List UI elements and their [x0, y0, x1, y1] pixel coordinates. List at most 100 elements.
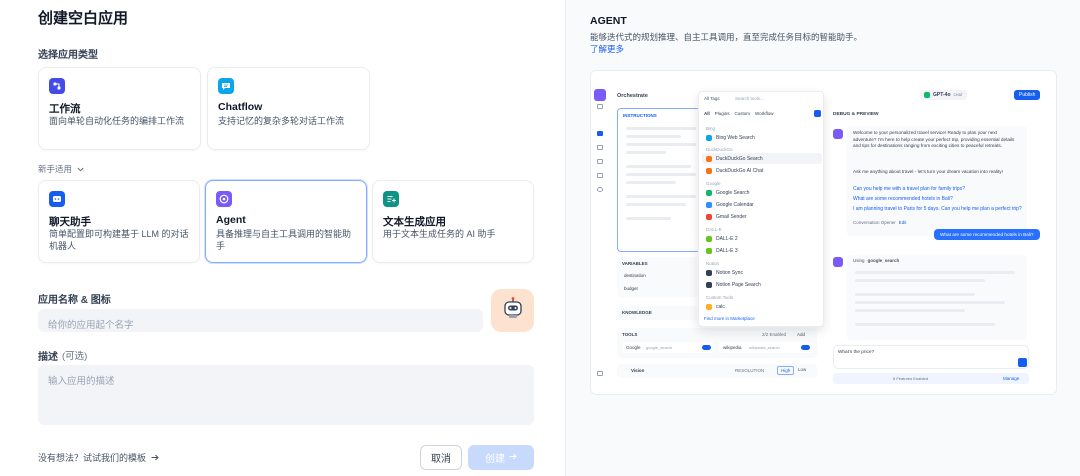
app-name-input[interactable]: 给你的应用起个名字: [38, 309, 483, 332]
tool-item[interactable]: DALL-E 3: [702, 245, 822, 256]
tool-item[interactable]: Google Calendar: [702, 199, 822, 210]
tools-enabled: 2/2 Enabled: [762, 332, 787, 337]
rail-icon: [597, 371, 603, 376]
resolution-label: RESOLUTION: [735, 368, 765, 373]
tool-item[interactable]: Notion Page Search: [702, 279, 822, 290]
var-budget: budget: [624, 286, 638, 291]
app-logo-icon: [594, 89, 606, 101]
tool-item[interactable]: Google Search: [702, 187, 822, 198]
app-name-label: 应用名称 & 图标: [38, 295, 111, 306]
rail-icon: [597, 145, 603, 150]
beginner-toggle[interactable]: 新手适用: [38, 163, 84, 175]
publish-button[interactable]: Publish: [1014, 90, 1041, 100]
all-tags-select[interactable]: All Tags: [704, 96, 720, 101]
card-agent[interactable]: Agent 具备推理与自主工具调用的智能助手: [205, 180, 367, 263]
tool-sub: wikipedia_search: [749, 345, 780, 350]
model-selector[interactable]: GPT-4o CHAT: [920, 90, 967, 100]
card-text-generator[interactable]: 文本生成应用 用于文本生成任务的 AI 助手: [372, 180, 534, 263]
chat-bot-icon: [49, 191, 65, 207]
tool-usage: Using google_search: [853, 258, 900, 263]
desc-label-row: 描述 (可选): [38, 348, 87, 363]
filter-tab[interactable]: Custom: [735, 111, 751, 116]
tool-item[interactable]: DALL-E 2: [702, 233, 822, 244]
app-avatar-picker[interactable]: [491, 289, 534, 332]
card-title: Chatflow: [218, 101, 263, 113]
text-gen-icon: [383, 191, 399, 207]
tool-item[interactable]: DuckDuckGo AI Chat: [702, 165, 822, 176]
tool-name: Google: [626, 345, 641, 350]
cancel-button[interactable]: 取消: [420, 445, 462, 470]
preview-panel: AGENT 能够迭代式的规划推理、自主工具调用，直至完成任务目标的智能助手。 了…: [566, 0, 1080, 476]
agent-preview-screenshot: Orchestrate INSTRUCTIONS VARIABLES desti…: [590, 70, 1057, 395]
tool-item[interactable]: DuckDuckGo Search: [702, 153, 822, 164]
add-tool-button[interactable]: Add: [797, 332, 805, 337]
filter-tab[interactable]: All: [704, 111, 710, 116]
tool-item[interactable]: Notion Sync: [702, 267, 822, 278]
suggestions: Can you help me with a travel plan for f…: [853, 186, 1023, 216]
create-button[interactable]: 创建: [468, 445, 534, 470]
chat-input-text: What's the price?: [838, 349, 875, 354]
tool-item[interactable]: calc: [702, 301, 822, 312]
app-desc-input[interactable]: 输入应用的描述: [38, 365, 534, 425]
tool-item[interactable]: Bing Web Search: [702, 132, 822, 143]
marketplace-link[interactable]: Find more in Marketplace: [704, 316, 755, 321]
tool-group-label: Custom Tools: [706, 295, 734, 300]
resolution-low[interactable]: Low: [798, 367, 806, 372]
tool-item[interactable]: Gmail Sender: [702, 211, 822, 222]
rail-icon: [597, 187, 603, 192]
tools-section: TOOLS 2/2 Enabled Add Google google_sear…: [617, 328, 817, 358]
agent-avatar: [833, 129, 843, 139]
tool-group-label: DALL-E: [706, 227, 722, 232]
card-title: 工作流: [49, 103, 81, 115]
features-bar: 6 Features Enabled Manage: [833, 373, 1029, 384]
model-name: GPT-4o: [933, 92, 951, 98]
filter-tab[interactable]: Workflow: [755, 111, 773, 116]
robot-avatar-icon: [499, 294, 527, 327]
agent-icon: [216, 191, 232, 207]
learn-more-link[interactable]: 了解更多: [590, 43, 624, 55]
app-type-label: 选择应用类型: [38, 50, 98, 61]
suggestion[interactable]: Can you help me with a travel plan for f…: [853, 186, 965, 192]
card-title: Agent: [216, 214, 246, 226]
tool-search-input[interactable]: Search tools...: [735, 96, 764, 101]
chat-input[interactable]: What's the price?: [833, 345, 1029, 369]
suggestion[interactable]: What are some recommended hotels in Bali…: [853, 196, 953, 202]
tool-group-label: DuckDuckGo: [706, 147, 733, 152]
tool-picker-dropdown: All Tags Search tools... All Plugins Cus…: [698, 91, 824, 327]
resolution-high[interactable]: High: [777, 366, 795, 375]
card-workflow[interactable]: 工作流 面向单轮自动化任务的编排工作流: [38, 67, 201, 150]
tool-filter-tabs: All Plugins Custom Workflow: [704, 111, 773, 116]
user-message: What are some recommended hotels in Bali…: [934, 229, 1040, 240]
filter-tab[interactable]: Plugins: [715, 111, 730, 116]
toggle-switch[interactable]: [702, 345, 711, 350]
opener-label: Conversation Opener: [853, 220, 896, 225]
agent-reply: Using google_search: [847, 255, 1027, 340]
page-title: 创建空白应用: [38, 10, 129, 27]
tool-wikipedia: wikipedia wikipedia_search: [719, 342, 813, 353]
toggle-switch[interactable]: [801, 345, 810, 350]
tool-group-label: Bing: [706, 126, 716, 131]
opener-row: Conversation Opener Edit: [853, 220, 907, 225]
rail-icon: [597, 173, 603, 178]
debug-panel: DEBUG & PREVIEW Welcome to your personal…: [831, 107, 1056, 394]
card-chatflow[interactable]: Chatflow 支持记忆的复杂多轮对话工作流: [207, 67, 370, 150]
edit-link[interactable]: Edit: [899, 220, 907, 225]
card-chat-assistant[interactable]: 聊天助手 简单配置即可构建基于 LLM 的对话机器人: [38, 180, 200, 263]
welcome-message: Welcome to your personalized travel serv…: [847, 126, 1027, 236]
variables-label: VARIABLES: [622, 261, 648, 266]
card-desc: 具备推理与自主工具调用的智能助手: [216, 229, 352, 251]
create-app-panel: 创建空白应用 选择应用类型 工作流 面向单轮自动化任务的编排工作流 Chatfl…: [0, 0, 566, 476]
card-title: 聊天助手: [49, 216, 91, 228]
beginner-label: 新手适用: [38, 164, 73, 174]
template-link[interactable]: 没有想法？试试我们的模板: [38, 451, 159, 464]
var-destination: destination: [624, 273, 646, 278]
add-icon[interactable]: [814, 110, 821, 117]
orchestrate-title: Orchestrate: [617, 93, 648, 99]
manage-link[interactable]: Manage: [1003, 376, 1019, 381]
create-button-label: 创建: [485, 454, 505, 465]
chevron-down-icon: [77, 164, 84, 174]
card-desc: 用于文本生成任务的 AI 助手: [383, 229, 496, 239]
suggestion[interactable]: I am planning travel to Paris for 5 days…: [853, 206, 1022, 212]
ask-text: Ask me anything about travel - let's tur…: [853, 169, 1003, 174]
send-icon[interactable]: [1018, 358, 1027, 367]
